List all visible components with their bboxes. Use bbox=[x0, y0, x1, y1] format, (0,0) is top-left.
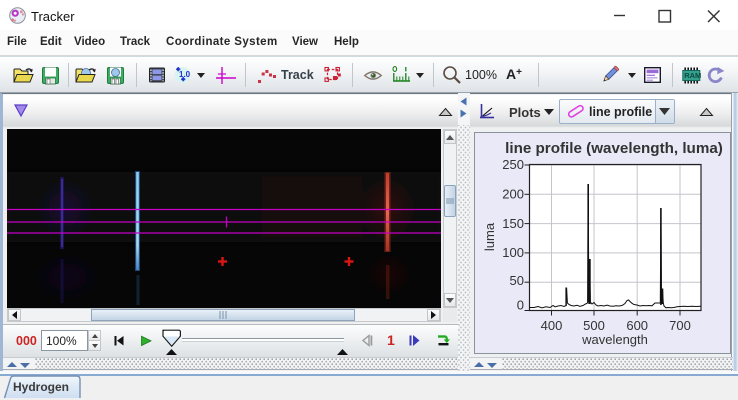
svg-text:700: 700 bbox=[669, 318, 691, 333]
svg-text:wavelength: wavelength bbox=[581, 332, 648, 347]
svg-text:150: 150 bbox=[502, 216, 524, 231]
svg-text:500: 500 bbox=[583, 318, 605, 333]
svg-text:RAM: RAM bbox=[684, 71, 701, 80]
svg-text:luma: luma bbox=[482, 222, 497, 251]
svg-text:0: 0 bbox=[517, 298, 524, 313]
svg-text:50: 50 bbox=[510, 273, 524, 288]
svg-text:250: 250 bbox=[502, 157, 524, 172]
svg-text:400: 400 bbox=[541, 318, 563, 333]
svg-text:1.0: 1.0 bbox=[179, 70, 191, 79]
svg-text:100: 100 bbox=[502, 245, 524, 260]
svg-text:600: 600 bbox=[626, 318, 648, 333]
svg-text:200: 200 bbox=[502, 187, 524, 202]
svg-text:line profile (wavelength, luma: line profile (wavelength, luma) bbox=[505, 140, 723, 157]
